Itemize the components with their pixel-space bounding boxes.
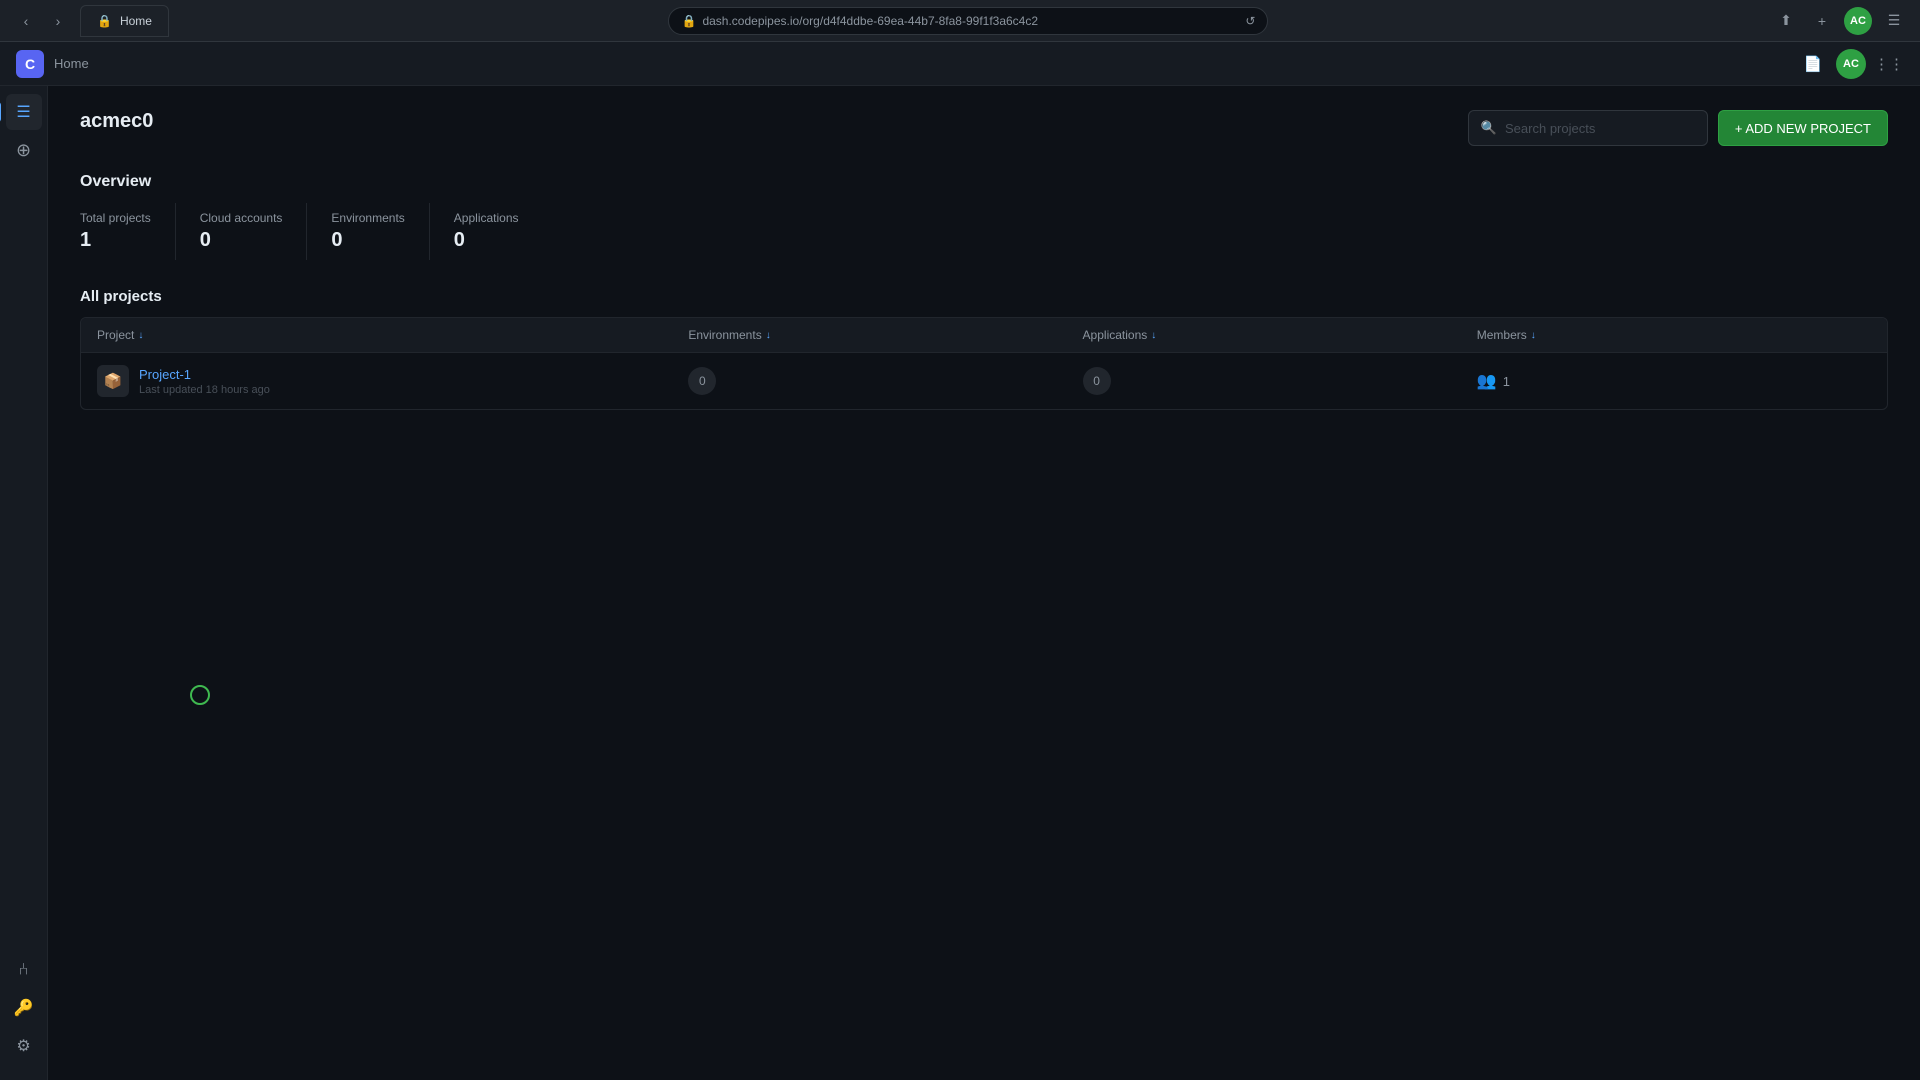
stat-applications-value: 0 — [454, 229, 519, 252]
all-projects-section: All projects Project ↓ Environments ↓ — [80, 288, 1888, 410]
share-button[interactable]: ⬆ — [1772, 7, 1800, 35]
hamburger-icon: ☰ — [16, 102, 30, 122]
th-project[interactable]: Project ↓ — [97, 328, 688, 342]
sidebar-item-menu[interactable]: ☰ — [6, 94, 42, 130]
members-sort-icon: ↓ — [1531, 330, 1536, 341]
stat-cloud-accounts-value: 0 — [200, 229, 283, 252]
sidebar: ☰ ⊕ ⑃ 🔑 ⚙ — [0, 86, 48, 1080]
logo-letter: C — [25, 56, 35, 72]
top-nav: C Home 📄 AC ⋮⋮ — [0, 42, 1920, 86]
nav-right: 📄 AC ⋮⋮ — [1798, 49, 1904, 79]
project-sort-icon: ↓ — [138, 330, 143, 341]
stat-environments: Environments 0 — [331, 203, 429, 260]
browser-navigation: ‹ › — [12, 7, 72, 35]
sidebar-bottom: ⑃ 🔑 ⚙ — [6, 952, 42, 1072]
stat-environments-label: Environments — [331, 211, 404, 225]
key-icon: 🔑 — [14, 998, 34, 1018]
org-title: acmec0 — [80, 110, 153, 133]
content-header-row: acmec0 🔍 + ADD NEW PROJECT — [80, 110, 1888, 153]
app: C Home 📄 AC ⋮⋮ ☰ ⊕ ⑃ — [0, 42, 1920, 1080]
th-applications-label: Applications — [1083, 328, 1148, 342]
stat-applications: Applications 0 — [454, 203, 543, 260]
applications-sort-icon: ↓ — [1151, 330, 1156, 341]
search-bar[interactable]: 🔍 — [1468, 110, 1708, 146]
members-count: 1 — [1503, 374, 1510, 389]
applications-cell: 0 — [1083, 367, 1477, 395]
home-icon: ⊕ — [16, 140, 31, 161]
search-icon: 🔍 — [1481, 120, 1497, 136]
browser-menu-button[interactable]: ☰ — [1880, 7, 1908, 35]
projects-table: Project ↓ Environments ↓ Applications ↓ — [80, 317, 1888, 410]
th-environments[interactable]: Environments ↓ — [688, 328, 1082, 342]
project-cell: 📦 Project-1 Last updated 18 hours ago — [97, 365, 688, 397]
table-row[interactable]: 📦 Project-1 Last updated 18 hours ago 0 … — [81, 353, 1887, 409]
app-logo: C — [16, 50, 44, 78]
stat-cloud-accounts-label: Cloud accounts — [200, 211, 283, 225]
tab-bar: 🔒 Home 🔒 dash.codepipes.io/org/d4f4ddbe-… — [80, 5, 1764, 37]
sidebar-item-settings[interactable]: ⚙ — [6, 1028, 42, 1064]
gear-icon: ⚙ — [16, 1036, 30, 1056]
sidebar-top: ☰ ⊕ — [6, 94, 42, 948]
stat-cloud-accounts: Cloud accounts 0 — [200, 203, 308, 260]
stat-total-projects-value: 1 — [80, 229, 151, 252]
header-actions: 🔍 + ADD NEW PROJECT — [1468, 110, 1888, 146]
stat-applications-label: Applications — [454, 211, 519, 225]
grid-icon[interactable]: ⋮⋮ — [1874, 49, 1904, 79]
browser-chrome: ‹ › 🔒 Home 🔒 dash.codepipes.io/org/d4f4d… — [0, 0, 1920, 42]
project-name: Project-1 — [139, 367, 270, 382]
back-button[interactable]: ‹ — [12, 7, 40, 35]
docs-icon[interactable]: 📄 — [1798, 49, 1828, 79]
main-content: acmec0 🔍 + ADD NEW PROJECT Overview Tota… — [48, 86, 1920, 1080]
th-applications[interactable]: Applications ↓ — [1083, 328, 1477, 342]
sidebar-item-keys[interactable]: 🔑 — [6, 990, 42, 1026]
th-project-label: Project — [97, 328, 134, 342]
table-header: Project ↓ Environments ↓ Applications ↓ — [81, 318, 1887, 353]
reload-button[interactable]: ↺ — [1245, 14, 1255, 28]
stat-total-projects-label: Total projects — [80, 211, 151, 225]
sidebar-item-branch[interactable]: ⑃ — [6, 952, 42, 988]
address-text: dash.codepipes.io/org/d4f4ddbe-69ea-44b7… — [702, 14, 1038, 28]
main-layout: ☰ ⊕ ⑃ 🔑 ⚙ acmec0 — [0, 86, 1920, 1080]
environments-cell: 0 — [688, 367, 1082, 395]
tab-favicon: 🔒 — [97, 14, 112, 28]
nav-home-link[interactable]: Home — [54, 56, 89, 71]
forward-button[interactable]: › — [44, 7, 72, 35]
logo-area: C Home — [16, 50, 89, 78]
stat-total-projects: Total projects 1 — [80, 203, 176, 260]
overview-title: Overview — [80, 173, 1888, 191]
address-bar[interactable]: 🔒 dash.codepipes.io/org/d4f4ddbe-69ea-44… — [668, 7, 1268, 35]
browser-actions: ⬆ + AC ☰ — [1772, 7, 1908, 35]
search-input[interactable] — [1505, 121, 1695, 136]
stats-row: Total projects 1 Cloud accounts 0 Enviro… — [80, 203, 1888, 260]
project-icon: 📦 — [97, 365, 129, 397]
th-members-label: Members — [1477, 328, 1527, 342]
environments-count: 0 — [688, 367, 716, 395]
project-updated: Last updated 18 hours ago — [139, 384, 270, 396]
project-info: Project-1 Last updated 18 hours ago — [139, 367, 270, 396]
sidebar-item-home[interactable]: ⊕ — [6, 132, 42, 168]
user-avatar-button[interactable]: AC — [1836, 49, 1866, 79]
tab-label: Home — [120, 14, 152, 28]
browser-tab[interactable]: 🔒 Home — [80, 5, 169, 37]
members-icon: 👥 — [1477, 371, 1497, 391]
th-members[interactable]: Members ↓ — [1477, 328, 1871, 342]
members-cell: 👥 1 — [1477, 371, 1871, 391]
all-projects-title: All projects — [80, 288, 1888, 305]
branch-icon: ⑃ — [18, 960, 28, 980]
add-new-project-button[interactable]: + ADD NEW PROJECT — [1718, 110, 1888, 146]
overview-section: Overview Total projects 1 Cloud accounts… — [80, 173, 1888, 260]
new-tab-button[interactable]: + — [1808, 7, 1836, 35]
stat-environments-value: 0 — [331, 229, 404, 252]
address-bar-container: 🔒 dash.codepipes.io/org/d4f4ddbe-69ea-44… — [173, 7, 1764, 35]
applications-count: 0 — [1083, 367, 1111, 395]
browser-profile-button[interactable]: AC — [1844, 7, 1872, 35]
lock-icon: 🔒 — [681, 14, 696, 28]
th-environments-label: Environments — [688, 328, 761, 342]
environments-sort-icon: ↓ — [766, 330, 771, 341]
